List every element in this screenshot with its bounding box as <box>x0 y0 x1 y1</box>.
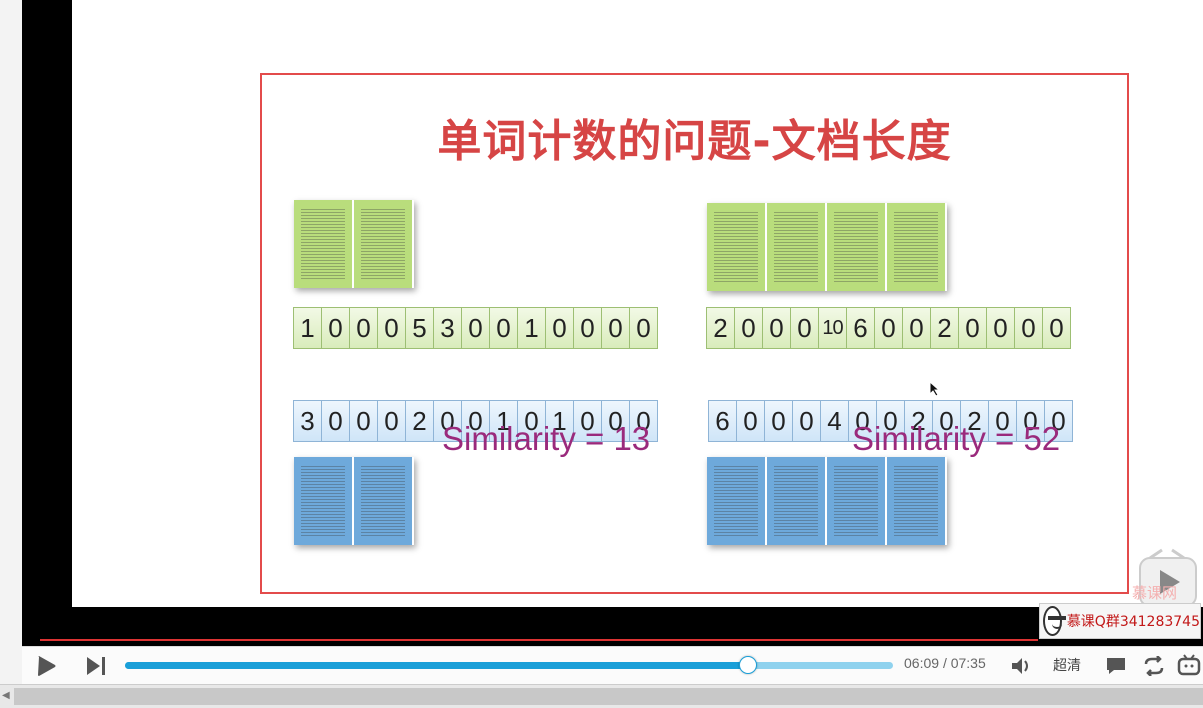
comment-icon[interactable] <box>1105 656 1127 676</box>
slide: 单词计数的问题-文档长度 1000530010000 2 0 0 0 10 6 0 0 2 0 0 0… <box>72 0 1203 607</box>
vector-cell: 0 <box>874 307 902 349</box>
vector-cell: 0 <box>601 307 629 349</box>
page <box>294 200 352 288</box>
page <box>767 457 825 545</box>
document-long-blue <box>707 457 947 545</box>
vector-cell: 0 <box>545 307 573 349</box>
vector-cell: 0 <box>1014 307 1042 349</box>
avatar-icon <box>1043 606 1066 636</box>
vector-cell: 0 <box>736 400 764 442</box>
page <box>827 203 885 291</box>
page <box>354 457 412 545</box>
vector-cell: 0 <box>734 307 762 349</box>
horizontal-scrollbar[interactable]: ◀ <box>0 684 1203 708</box>
vector-cell: 2 <box>706 307 734 349</box>
page <box>294 457 352 545</box>
vector-cell: 0 <box>349 400 377 442</box>
document-short-green <box>294 200 414 288</box>
page <box>707 203 765 291</box>
vector-cell: 2 <box>405 400 433 442</box>
current-time: 06:09 <box>904 655 940 671</box>
video-player[interactable]: 单词计数的问题-文档长度 1000530010000 2 0 0 0 10 6 0 0 2 0 0 0… <box>22 0 1203 646</box>
similarity-left: Similarity = 13 <box>442 420 651 457</box>
highlight-box: 单词计数的问题-文档长度 1000530010000 2 0 0 0 10 6 0 0 2 0 0 0… <box>260 73 1129 594</box>
page <box>707 457 765 545</box>
vector-cell: 0 <box>349 307 377 349</box>
similarity-right: Similarity = 52 <box>852 420 1061 457</box>
vector-cell: 0 <box>1042 307 1071 349</box>
page <box>887 457 945 545</box>
vector-cell: 1 <box>517 307 545 349</box>
vector-cell: 1 <box>293 307 321 349</box>
tv-icon[interactable] <box>1177 654 1201 676</box>
page <box>827 457 885 545</box>
word-count-vector-right-top: 2 0 0 0 10 6 0 0 2 0 0 0 0 <box>706 307 1071 349</box>
word-count-vector-left-top: 1000530010000 <box>293 307 658 349</box>
watermark-brand: 慕课网 <box>1132 584 1178 602</box>
play-icon[interactable] <box>34 654 58 678</box>
time-display: 06:09 / 07:35 <box>904 655 986 671</box>
progress-fill <box>125 662 748 669</box>
scrollbar-thumb[interactable] <box>14 688 1203 705</box>
vector-cell: 0 <box>629 307 658 349</box>
vector-cell: 3 <box>433 307 461 349</box>
vector-cell: 0 <box>377 307 405 349</box>
document-long-green <box>707 203 947 291</box>
page <box>767 203 825 291</box>
mouse-cursor-icon <box>929 381 941 397</box>
vector-cell: 0 <box>461 307 489 349</box>
vector-cell: 0 <box>489 307 517 349</box>
vector-cell: 6 <box>708 400 736 442</box>
vector-cell: 0 <box>762 307 790 349</box>
progress-bar[interactable] <box>125 656 893 674</box>
buffer-line <box>40 639 1038 641</box>
player-controls: 06:09 / 07:35 超清 <box>22 646 1203 685</box>
vector-cell: 4 <box>820 400 848 442</box>
document-short-blue <box>294 457 414 545</box>
time-separator: / <box>942 655 947 671</box>
quality-selector[interactable]: 超清 <box>1053 655 1081 675</box>
progress-handle[interactable] <box>739 656 758 674</box>
total-time: 07:35 <box>950 655 986 671</box>
loop-icon[interactable] <box>1143 656 1165 676</box>
qq-group-badge: 慕课Q群341283745 <box>1039 603 1201 639</box>
vector-cell: 0 <box>958 307 986 349</box>
vector-cell: 5 <box>405 307 433 349</box>
vector-cell: 0 <box>790 307 818 349</box>
left-strip <box>0 0 22 707</box>
vector-cell: 0 <box>902 307 930 349</box>
page <box>354 200 412 288</box>
vector-cell: 0 <box>792 400 820 442</box>
next-icon[interactable] <box>84 654 108 678</box>
vector-cell: 3 <box>293 400 321 442</box>
scroll-left-icon[interactable]: ◀ <box>2 690 10 701</box>
vector-cell: 0 <box>986 307 1014 349</box>
vector-cell: 2 <box>930 307 958 349</box>
vector-cell: 10 <box>818 307 846 349</box>
vector-cell: 0 <box>321 307 349 349</box>
slide-title: 单词计数的问题-文档长度 <box>437 116 952 167</box>
vector-cell: 6 <box>846 307 874 349</box>
vector-cell: 0 <box>321 400 349 442</box>
vector-cell: 0 <box>764 400 792 442</box>
qq-group-text: 慕课Q群341283745 <box>1066 614 1200 630</box>
vector-cell: 0 <box>377 400 405 442</box>
volume-icon[interactable] <box>1010 656 1032 676</box>
vector-cell: 0 <box>573 307 601 349</box>
page <box>887 203 945 291</box>
